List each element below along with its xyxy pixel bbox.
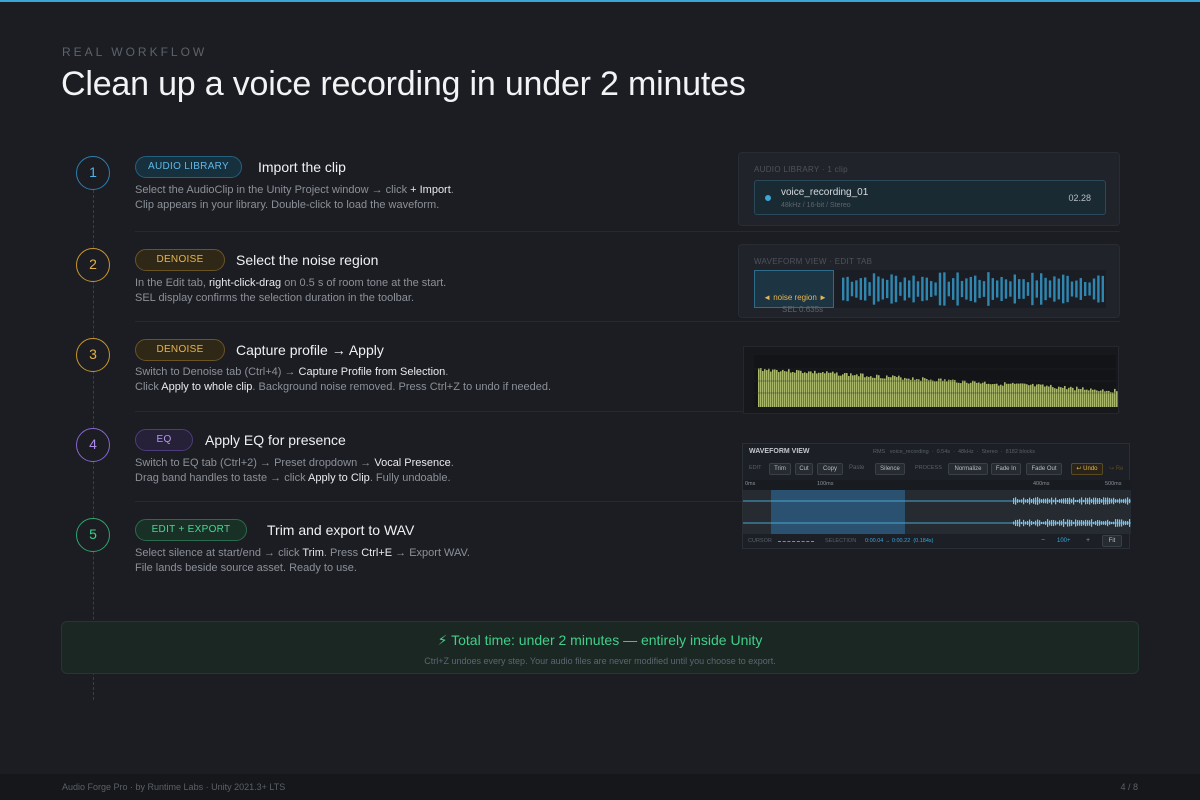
footer-credits: Audio Forge Pro · by Runtime Labs · Unit… bbox=[62, 782, 286, 792]
selection-label: ◄ noise region ► bbox=[763, 293, 827, 302]
clip-name: voice_recording_01 bbox=[781, 187, 869, 198]
step-description: Switch to EQ tab (Ctrl+2) → Preset dropd… bbox=[135, 456, 454, 486]
panel-caption: WAVEFORM VIEW · EDIT TAB bbox=[754, 257, 873, 266]
audio-library-panel: AUDIO LIBRARY · 1 clip voice_recording_0… bbox=[738, 152, 1120, 226]
ruler-tick: 100ms bbox=[817, 481, 834, 487]
description-line: Drag band handles to taste → click Apply… bbox=[135, 472, 451, 484]
step-description: Switch to Denoise tab (Ctrl+4) → Capture… bbox=[135, 365, 551, 395]
selection-label: SELECTION bbox=[825, 538, 857, 544]
process-label: PROCESS bbox=[915, 465, 942, 471]
spectrum-graph bbox=[754, 355, 1118, 407]
highlight: Apply to whole clip bbox=[161, 381, 253, 393]
description-line: Clip appears in your library. Double-cli… bbox=[135, 199, 440, 211]
cut-button[interactable]: Cut bbox=[795, 463, 813, 475]
summary-subtitle: Ctrl+Z undoes every step. Your audio fil… bbox=[424, 656, 776, 666]
step-title: Capture profile → Apply bbox=[236, 342, 384, 358]
description-line: Switch to EQ tab (Ctrl+2) → Preset dropd… bbox=[135, 457, 454, 469]
cursor-label: CURSOR bbox=[748, 538, 772, 544]
highlight: Vocal Presence bbox=[374, 457, 451, 469]
clip-meta: 48kHz / 16-bit / Stereo bbox=[781, 202, 851, 209]
panel-caption: AUDIO LIBRARY · 1 clip bbox=[754, 165, 848, 174]
step-number: 5 bbox=[76, 518, 110, 552]
description-line: In the Edit tab, right-click-drag on 0.5… bbox=[135, 277, 447, 289]
copy-button[interactable]: Copy bbox=[817, 463, 843, 475]
cursor-readout bbox=[778, 541, 814, 542]
highlight: Capture Profile from Selection bbox=[298, 366, 446, 378]
fade-out-button[interactable]: Fade Out bbox=[1026, 463, 1062, 475]
stereo-waveform[interactable] bbox=[743, 490, 1131, 534]
top-accent-line bbox=[0, 0, 1200, 2]
noise-selection[interactable]: ◄ noise region ► bbox=[754, 270, 834, 308]
description-line: Click Apply to whole clip. Background no… bbox=[135, 381, 552, 393]
normalize-button[interactable]: Normalize bbox=[948, 463, 988, 475]
step-title: Select the noise region bbox=[236, 252, 379, 268]
step-title: Import the clip bbox=[258, 159, 346, 175]
highlight: Ctrl+E bbox=[361, 547, 393, 559]
clip-status-dot bbox=[765, 195, 771, 201]
description-line: SEL display confirms the selection durat… bbox=[135, 292, 415, 304]
library-clip-item[interactable]: voice_recording_01 48kHz / 16-bit / Ster… bbox=[754, 180, 1106, 215]
footer: Audio Forge Pro · by Runtime Labs · Unit… bbox=[0, 774, 1200, 800]
waveform-strip[interactable]: ◄ noise region ► bbox=[754, 270, 1106, 308]
silence-button[interactable]: Silence bbox=[875, 463, 905, 475]
edit-label: EDIT bbox=[749, 465, 762, 471]
highlight: + Import bbox=[410, 184, 451, 196]
paste-button[interactable]: Paste bbox=[849, 465, 864, 471]
summary-banner: ⚡ Total time: under 2 minutes — entirely… bbox=[61, 621, 1139, 674]
trim-button[interactable]: Trim bbox=[769, 463, 791, 475]
clip-length: 02.28 bbox=[1068, 193, 1091, 203]
description-line: Switch to Denoise tab (Ctrl+4) → Capture… bbox=[135, 366, 449, 378]
divider bbox=[135, 321, 1120, 322]
step-title: Apply EQ for presence bbox=[205, 432, 346, 448]
step-number: 4 bbox=[76, 428, 110, 462]
denoise-spectrum-thumbnail bbox=[743, 346, 1119, 414]
step-number: 1 bbox=[76, 156, 110, 190]
description-line: Select silence at start/end → click Trim… bbox=[135, 547, 470, 559]
ruler-tick: 0ms bbox=[745, 481, 756, 487]
page-indicator: 4 / 8 bbox=[1120, 782, 1138, 792]
step-tag: EQ bbox=[135, 429, 193, 451]
page-title: Clean up a voice recording in under 2 mi… bbox=[61, 65, 746, 103]
highlight: Apply to Clip bbox=[308, 472, 370, 484]
step-description: Select silence at start/end → click Trim… bbox=[135, 546, 470, 576]
step-tag: EDIT + EXPORT bbox=[135, 519, 247, 541]
highlight: right-click-drag bbox=[209, 277, 282, 289]
summary-title: ⚡ Total time: under 2 minutes — entirely… bbox=[437, 632, 763, 648]
editor-info: RMS voice_recording · 0.54s · 48kHz · St… bbox=[873, 449, 1036, 455]
step-tag: DENOISE bbox=[135, 339, 225, 361]
zoom-in-button[interactable]: + bbox=[1086, 537, 1090, 544]
description-line: Select the AudioClip in the Unity Projec… bbox=[135, 184, 454, 196]
step-description: In the Edit tab, right-click-drag on 0.5… bbox=[135, 276, 446, 306]
fit-button[interactable]: Fit bbox=[1102, 535, 1122, 547]
waveform-edit-panel: WAVEFORM VIEW · EDIT TAB ◄ noise region … bbox=[738, 244, 1120, 318]
step-number: 2 bbox=[76, 248, 110, 282]
step-description: Select the AudioClip in the Unity Projec… bbox=[135, 183, 454, 213]
undo-button[interactable]: ↩ Undo bbox=[1071, 463, 1103, 475]
highlight: Trim bbox=[302, 547, 324, 559]
selection-readout: SEL 0.635s bbox=[782, 305, 824, 314]
step-tag: DENOISE bbox=[135, 249, 225, 271]
eyebrow: REAL WORKFLOW bbox=[62, 45, 208, 59]
time-ruler: 0ms 100ms 400ms 500ms bbox=[743, 480, 1131, 490]
zoom-out-button[interactable]: − bbox=[1041, 537, 1045, 544]
waveform-view-editor: WAVEFORM VIEW RMS voice_recording · 0.54… bbox=[742, 443, 1131, 549]
selection-value: 0:00.04 → 0:00.22 (0.184s) bbox=[865, 538, 934, 544]
divider bbox=[135, 231, 1120, 232]
step-number: 3 bbox=[76, 338, 110, 372]
redo-button[interactable]: ↪ Re bbox=[1109, 465, 1123, 472]
step-title: Trim and export to WAV bbox=[267, 522, 415, 538]
zoom-level: 100+ bbox=[1057, 538, 1071, 544]
fade-in-button[interactable]: Fade In bbox=[991, 463, 1021, 475]
editor-title: WAVEFORM VIEW bbox=[749, 448, 810, 455]
ruler-tick: 500ms bbox=[1105, 481, 1122, 487]
description-line: File lands beside source asset. Ready to… bbox=[135, 562, 357, 574]
ruler-tick: 400ms bbox=[1033, 481, 1050, 487]
step-tag: AUDIO LIBRARY bbox=[135, 156, 242, 178]
